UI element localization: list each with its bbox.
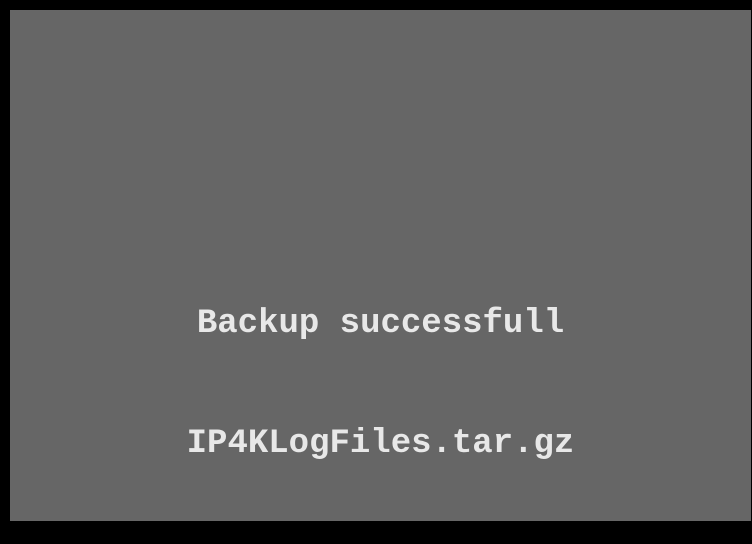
backup-message: Backup successfull IP4KLogFiles.tar.gz bbox=[10, 224, 751, 544]
message-screen: Backup successfull IP4KLogFiles.tar.gz bbox=[10, 10, 751, 521]
backup-file-name: IP4KLogFiles.tar.gz bbox=[186, 425, 575, 463]
backup-status-text: Backup successfull bbox=[196, 305, 565, 343]
